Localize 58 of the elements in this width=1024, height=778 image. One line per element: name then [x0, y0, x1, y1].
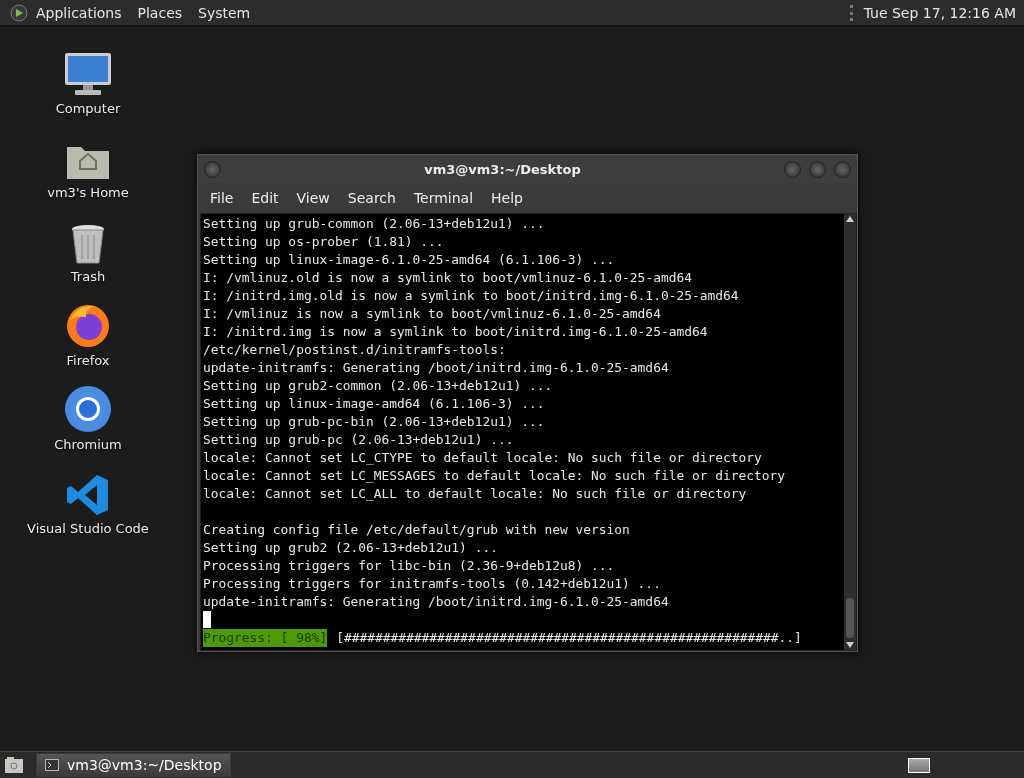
terminal-line: Setting up linux-image-amd64 (6.1.106-3) ...	[203, 395, 546, 413]
minimize-button[interactable]	[784, 160, 801, 178]
taskbar-button[interactable]: vm3@vm3:~/Desktop	[36, 753, 231, 777]
scroll-thumb[interactable]	[846, 598, 854, 638]
code-editor-icon[interactable]	[66, 473, 110, 517]
panel-menu[interactable]: Applications	[36, 4, 122, 21]
window-menu-button[interactable]	[204, 160, 221, 178]
terminal-line: Setting up grub2-common (2.06-13+deb12u1) ...	[203, 377, 554, 395]
terminal-line: I: /initrd.img is now a symlink to boot/initrd.img-6.1.0-25-amd64	[203, 323, 709, 341]
terminal-line: locale: Cannot set LC_ALL to default locale: No such file or directory	[203, 485, 748, 503]
text-cursor	[203, 611, 211, 628]
desktop-icon-label[interactable]: Chromium	[54, 437, 122, 452]
grip-icon	[849, 4, 856, 21]
close-button[interactable]	[834, 160, 851, 178]
desktop-icon-label[interactable]: vm3's Home	[47, 185, 129, 200]
desktop-icon-label[interactable]: Firefox	[66, 353, 110, 368]
scroll-down-icon[interactable]	[846, 642, 854, 648]
terminal-line: Processing triggers for initramfs-tools (0.142+deb12u1) ...	[203, 575, 662, 593]
menu-item[interactable]: Search	[338, 190, 405, 206]
terminal-line: Processing triggers for libc-bin (2.36-9+deb12u8) ...	[203, 557, 616, 575]
clock[interactable]: Tue Sep 17, 12:16 AM	[863, 4, 1016, 21]
desktop-icon-label[interactable]: Visual Studio Code	[27, 521, 149, 536]
menu-item[interactable]: Terminal	[404, 190, 483, 206]
terminal-line: /etc/kernel/postinst.d/initramfs-tools:	[203, 341, 507, 359]
terminal-line: update-initramfs: Generating /boot/initrd.img-6.1.0-25-amd64	[203, 593, 670, 611]
terminal-line: Setting up grub-pc (2.06-13+deb12u1) ...	[203, 431, 515, 449]
scroll-up-icon[interactable]	[846, 216, 854, 222]
terminal-line: Setting up grub2 (2.06-13+deb12u1) ...	[203, 539, 499, 557]
terminal-line: Setting up grub-pc-bin (2.06-13+deb12u1) ...	[203, 413, 546, 431]
terminal-line: update-initramfs: Generating /boot/initrd.img-6.1.0-25-amd64	[203, 359, 670, 377]
progress-label: Progress: [ 98%]	[203, 629, 328, 647]
terminal-line: Setting up grub-common (2.06-13+deb12u1) ...	[203, 215, 546, 233]
desktop-icon-label[interactable]: Computer	[55, 101, 121, 116]
terminal-icon	[45, 759, 59, 771]
terminal-line: I: /vmlinuz.old is now a symlink to boot/vmlinuz-6.1.0-25-amd64	[203, 269, 693, 287]
terminal-line: locale: Cannot set LC_CTYPE to default locale: No such file or directory	[203, 449, 763, 467]
terminal-line: Creating config file /etc/default/grub with new version	[203, 521, 631, 539]
logo-icon[interactable]	[10, 3, 28, 22]
menu-item[interactable]: Edit	[242, 190, 288, 206]
menu-item[interactable]: View	[287, 190, 339, 206]
maximize-button[interactable]	[809, 160, 826, 178]
terminal-line: locale: Cannot set LC_MESSAGES to default locale: No such file or directory	[203, 467, 787, 485]
browser-icon[interactable]	[64, 385, 112, 433]
window-title: vm3@vm3:~/Desktop	[423, 161, 582, 177]
terminal-line: I: /initrd.img.old is now a symlink to boot/initrd.img-6.1.0-25-amd64	[203, 287, 740, 305]
progress-text: [########################################################..]	[336, 629, 802, 647]
panel-menu[interactable]: System	[198, 4, 251, 21]
terminal-line: Setting up linux-image-6.1.0-25-amd64 (6.1.106-3) ...	[203, 251, 616, 269]
monitor-icon[interactable]	[63, 51, 113, 97]
menu-item[interactable]: Help	[482, 190, 532, 206]
desktop-icon[interactable]	[4, 756, 24, 774]
menu-item[interactable]: File	[201, 190, 243, 206]
terminal-line: I: /vmlinuz is now a symlink to boot/vmlinuz-6.1.0-25-amd64	[203, 305, 662, 323]
desktop-icon-label[interactable]: Trash	[70, 269, 106, 284]
terminal-line: Setting up os-prober (1.81) ...	[203, 233, 445, 251]
panel-menu[interactable]: Places	[137, 4, 183, 21]
scrollbar[interactable]	[844, 214, 856, 650]
workspace-switcher[interactable]	[908, 757, 930, 773]
